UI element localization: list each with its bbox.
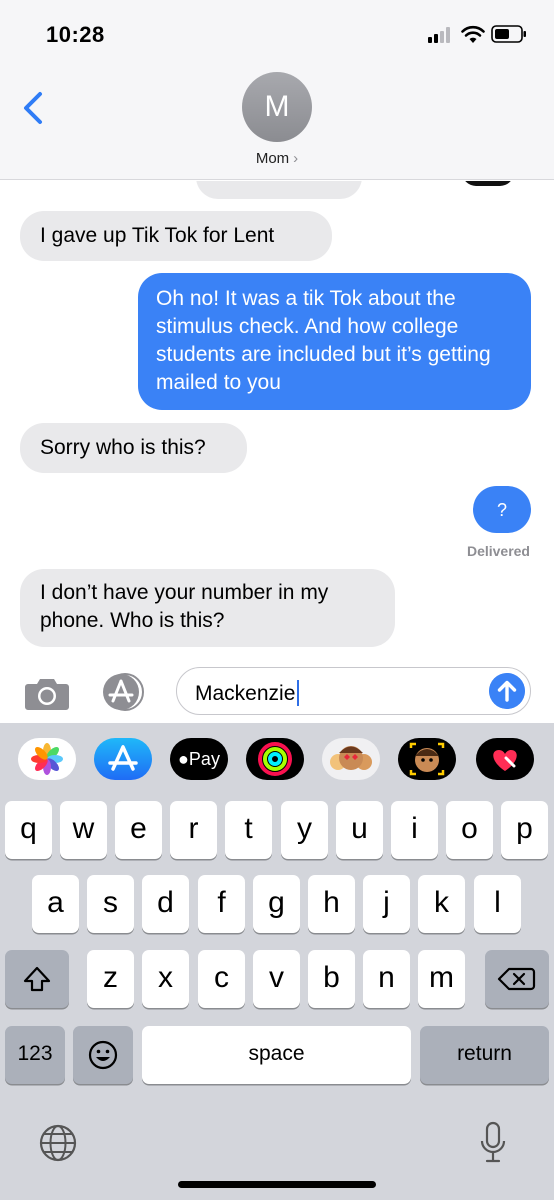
chevron-right-icon: › (293, 150, 299, 167)
key-w[interactable]: w (60, 801, 107, 859)
key-r[interactable]: r (170, 801, 217, 859)
key-n[interactable]: n (363, 950, 410, 1008)
battery-icon (491, 25, 526, 43)
signal-bars-icon (428, 27, 454, 43)
incoming-message[interactable]: I don’t have your number in my phone. Wh… (20, 569, 395, 647)
key-i[interactable]: i (391, 801, 438, 859)
memoji-stickers-icon[interactable] (322, 738, 380, 780)
text-caret (297, 680, 300, 706)
key-p[interactable]: p (501, 801, 548, 859)
partial-message-bubble (196, 181, 362, 199)
key-s[interactable]: s (87, 875, 134, 933)
apple-pay-label: Pay (188, 749, 220, 769)
key-j[interactable]: j (363, 875, 410, 933)
composer-bar: Mackenzie (0, 663, 554, 723)
key-e[interactable]: e (115, 801, 162, 859)
key-v[interactable]: v (253, 950, 300, 1008)
imessage-app-strip: ●Pay (0, 723, 554, 798)
space-key[interactable]: space (142, 1026, 411, 1084)
incoming-message[interactable]: Sorry who is this? (20, 423, 247, 473)
outgoing-message[interactable]: Oh no! It was a tik Tok about the stimul… (138, 273, 531, 410)
delete-backspace-icon (497, 967, 536, 991)
apple-logo-icon: ● (178, 749, 189, 769)
status-time: 10:28 (46, 22, 105, 47)
key-m[interactable]: m (418, 950, 465, 1008)
wifi-icon (461, 25, 485, 43)
send-arrow-icon[interactable] (489, 673, 525, 709)
numbers-key[interactable]: 123 (5, 1026, 65, 1084)
key-o[interactable]: o (446, 801, 493, 859)
conversation-header: M Mom › (0, 70, 554, 180)
return-key[interactable]: return (420, 1026, 549, 1084)
key-u[interactable]: u (336, 801, 383, 859)
microphone-icon[interactable] (478, 1121, 508, 1165)
contact-avatar[interactable]: M (242, 72, 312, 142)
key-z[interactable]: z (87, 950, 134, 1008)
message-list[interactable]: I gave up Tik Tok for Lent Oh no! It was… (0, 181, 554, 663)
globe-icon[interactable] (38, 1123, 78, 1163)
key-g[interactable]: g (253, 875, 300, 933)
key-f[interactable]: f (198, 875, 245, 933)
outgoing-message[interactable]: ? (473, 486, 531, 533)
key-x[interactable]: x (142, 950, 189, 1008)
message-input-value: Mackenzie (195, 682, 296, 705)
emoji-icon (88, 1040, 118, 1070)
key-k[interactable]: k (418, 875, 465, 933)
camera-icon[interactable] (24, 675, 70, 711)
key-q[interactable]: q (5, 801, 52, 859)
key-y[interactable]: y (281, 801, 328, 859)
home-indicator[interactable] (178, 1181, 376, 1188)
digital-touch-heart-icon[interactable] (476, 738, 534, 780)
delete-key[interactable] (485, 950, 549, 1008)
key-h[interactable]: h (308, 875, 355, 933)
chevron-left-icon[interactable] (20, 90, 48, 126)
contact-name-button[interactable]: Mom › (0, 150, 554, 167)
shift-icon (23, 966, 51, 992)
photos-icon[interactable] (18, 738, 76, 780)
key-t[interactable]: t (225, 801, 272, 859)
app-store-icon[interactable] (98, 673, 148, 711)
shift-key[interactable] (5, 950, 69, 1008)
contact-name: Mom (255, 150, 290, 167)
key-d[interactable]: d (142, 875, 189, 933)
status-bar: 10:28 (0, 0, 554, 70)
key-b[interactable]: b (308, 950, 355, 1008)
partial-attachment (462, 181, 514, 186)
emoji-key[interactable] (73, 1026, 133, 1084)
animoji-icon[interactable] (398, 738, 456, 780)
keyboard: ●Pay q w e r t y u i o p a s d f g h j k… (0, 723, 554, 1200)
key-a[interactable]: a (32, 875, 79, 933)
key-l[interactable]: l (474, 875, 521, 933)
apple-pay-icon[interactable]: ●Pay (170, 738, 228, 780)
message-input[interactable]: Mackenzie (176, 667, 531, 715)
activity-rings-icon[interactable] (246, 738, 304, 780)
app-store-icon[interactable] (94, 738, 152, 780)
incoming-message[interactable]: I gave up Tik Tok for Lent (20, 211, 332, 261)
delivery-status: Delivered (466, 543, 530, 559)
key-c[interactable]: c (198, 950, 245, 1008)
